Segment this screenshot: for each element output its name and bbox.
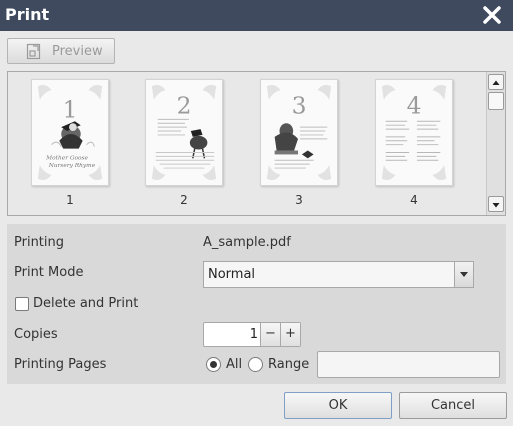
delete-and-print-checkbox[interactable]: [15, 297, 29, 311]
scroll-up-button[interactable]: [488, 74, 504, 90]
page-caption-line-1: Mother Goose: [45, 155, 88, 161]
dropdown-button[interactable]: [454, 262, 473, 287]
page-thumbnail[interactable]: 2: [145, 79, 223, 186]
title-bar: Print: [0, 0, 513, 31]
arrow-up-icon: [492, 80, 500, 85]
copies-label: Copies: [14, 327, 58, 342]
print-mode-label: Print Mode: [14, 265, 84, 280]
range-radio[interactable]: [248, 357, 263, 372]
printing-filename: A_sample.pdf: [203, 235, 291, 250]
chevron-down-icon: [460, 272, 468, 277]
all-pages-label[interactable]: All: [226, 357, 242, 372]
dialog-title: Print: [5, 5, 50, 24]
page-number-glyph: 2: [177, 92, 192, 120]
page-thumbnail[interactable]: 3: [260, 79, 338, 186]
preview-scrollbar[interactable]: [486, 72, 505, 215]
close-icon[interactable]: [481, 4, 503, 26]
ok-button[interactable]: OK: [284, 392, 392, 419]
decrement-button[interactable]: −: [260, 323, 280, 346]
all-pages-radio[interactable]: [206, 357, 221, 372]
scroll-thumb[interactable]: [488, 92, 504, 110]
cancel-button[interactable]: Cancel: [399, 392, 507, 419]
preview-icon: [26, 43, 42, 60]
preview-button-label: Preview: [52, 44, 103, 59]
scroll-down-button[interactable]: [488, 196, 504, 212]
preview-button[interactable]: Preview: [7, 38, 115, 64]
print-mode-value: Normal: [208, 267, 256, 282]
page-number-label: 3: [295, 193, 303, 207]
copies-value[interactable]: 1: [250, 327, 258, 342]
printing-pages-label: Printing Pages: [14, 357, 107, 372]
page-preview-panel: 1 Mother Goose Nursery Rhyme 1 2 2 3 3 4…: [7, 71, 506, 216]
page-thumbnail[interactable]: 1 Mother Goose Nursery Rhyme: [31, 79, 109, 186]
arrow-down-icon: [492, 203, 500, 208]
printing-label: Printing: [14, 235, 65, 250]
page-number-glyph: 3: [292, 92, 307, 120]
delete-and-print-label[interactable]: Delete and Print: [33, 296, 138, 311]
page-number-label: 1: [66, 193, 74, 207]
page-number-label: 4: [410, 193, 418, 207]
radio-selected-dot: [210, 361, 217, 368]
range-label[interactable]: Range: [268, 357, 309, 372]
page-caption-line-2: Nursery Rhyme: [48, 163, 96, 169]
increment-button[interactable]: +: [280, 323, 300, 346]
print-mode-select[interactable]: Normal: [203, 261, 474, 288]
page-number-label: 2: [180, 193, 188, 207]
page-thumbnail[interactable]: 4: [375, 79, 453, 186]
copies-stepper[interactable]: 1 − +: [203, 322, 301, 347]
page-number-glyph: 1: [63, 95, 78, 123]
page-thumbnails: 1 Mother Goose Nursery Rhyme 1 2 2 3 3 4…: [8, 72, 486, 215]
page-number-glyph: 4: [407, 92, 422, 120]
range-input[interactable]: [317, 351, 500, 378]
print-settings-panel: Printing A_sample.pdf Print Mode Normal …: [7, 224, 506, 384]
